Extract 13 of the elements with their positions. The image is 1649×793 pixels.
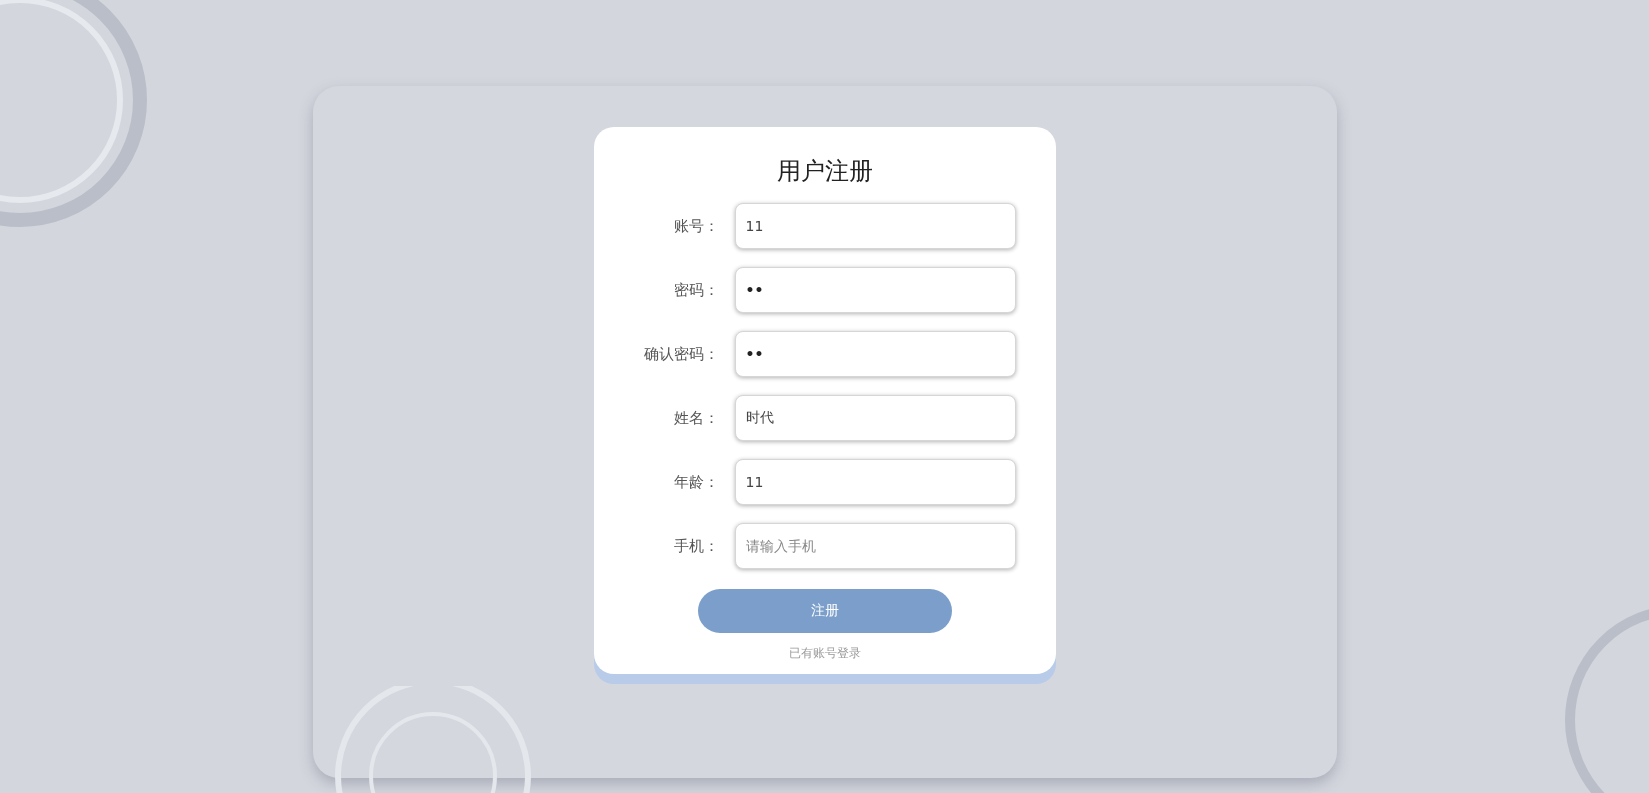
form-title: 用户注册 — [776, 156, 873, 187]
field-label: 账号： — [672, 216, 719, 236]
input-field[interactable]: 时代 — [734, 395, 1016, 441]
field-label: 密码： — [672, 280, 719, 300]
input-field[interactable]: 请输入手机 — [734, 523, 1016, 569]
input-field[interactable]: 11 — [734, 459, 1016, 505]
input-field[interactable]: 11 — [734, 203, 1016, 249]
input-field[interactable]: •• — [734, 267, 1016, 313]
field-label: 确认密码： — [642, 344, 719, 364]
field-label: 年龄： — [672, 472, 719, 492]
input-field[interactable]: •• — [734, 331, 1016, 377]
field-label: 手机： — [672, 536, 719, 556]
field-label: 姓名： — [672, 408, 719, 428]
